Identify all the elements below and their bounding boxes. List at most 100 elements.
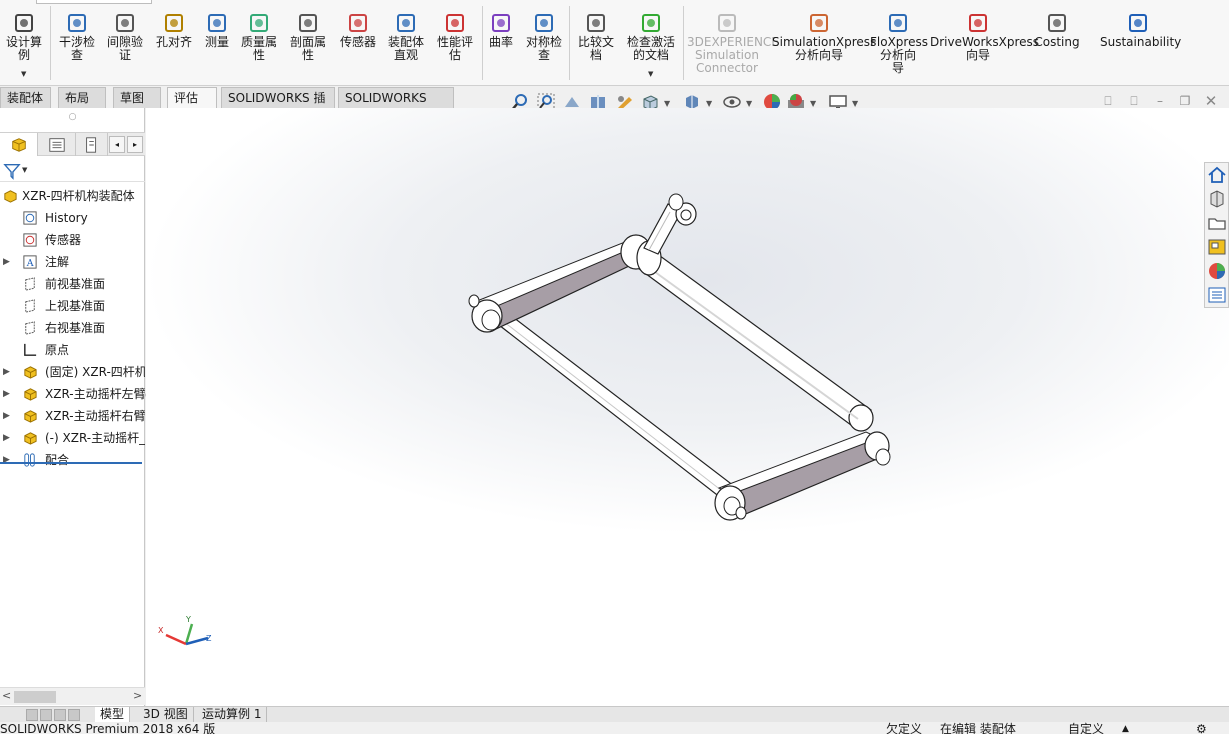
chevron-down-icon[interactable]: ▼ <box>852 99 858 108</box>
ribbon-button-3[interactable]: 孔对齐 <box>153 12 195 49</box>
tree-item[interactable]: 上视基准面 <box>0 295 145 317</box>
chevron-down-icon[interactable]: ▼ <box>706 99 712 108</box>
nav-prev-icon[interactable] <box>40 709 52 721</box>
tree-item[interactable]: ▶ 配合 <box>0 449 145 471</box>
tree-item[interactable]: ▶ (固定) XZR-四杆机 <box>0 361 145 383</box>
tree-item[interactable]: 传感器 <box>0 229 145 251</box>
tab-property-manager[interactable] <box>38 133 76 156</box>
tab-2[interactable]: 草图 <box>113 87 161 108</box>
tree-item[interactable]: ▶ XZR-主动摇杆左臂 <box>0 383 145 405</box>
custom-properties-icon[interactable] <box>1207 285 1227 305</box>
tree-item[interactable]: History <box>0 207 145 229</box>
scroll-thumb[interactable] <box>14 691 56 703</box>
tab-4[interactable]: SOLIDWORKS 插件 <box>221 87 335 125</box>
expand-arrow-icon[interactable]: ▶ <box>3 427 10 449</box>
tree-item[interactable]: ▶ XZR-主动摇杆右臂 <box>0 405 145 427</box>
performance-icon <box>446 14 464 32</box>
ribbon-button-0[interactable]: 设计算 例 <box>3 12 45 62</box>
four-bar-linkage-model[interactable]: Y X Z <box>146 108 1229 706</box>
expand-arrow-icon[interactable]: ▶ <box>3 449 10 471</box>
ribbon-button-19[interactable]: Sustainability <box>1100 12 1181 49</box>
tree-root[interactable]: XZR-四杆机构装配体 <box>0 185 145 207</box>
status-help-icon[interactable]: ⚙ <box>1196 722 1207 734</box>
chevron-up-icon[interactable]: ▲ <box>1122 722 1129 734</box>
expand-arrow-icon[interactable]: ▶ <box>3 383 10 405</box>
rollback-bar[interactable] <box>0 462 142 464</box>
tab-3[interactable]: 评估 <box>167 87 217 108</box>
panel-grip[interactable]: ○ <box>0 112 145 126</box>
fixed-rod-left[interactable] <box>480 300 735 499</box>
ribbon-button-5[interactable]: 质量属 性 <box>237 12 281 62</box>
bottom-tab-1[interactable]: 3D 视图 <box>138 707 194 723</box>
ribbon-button-10[interactable]: 曲率 <box>486 12 516 49</box>
chevron-down-icon[interactable]: ▼ <box>746 99 752 108</box>
ribbon-button-4[interactable]: 测量 <box>202 12 232 49</box>
expand-arrow-icon[interactable]: ▶ <box>3 361 10 383</box>
tree-item-label: 传感器 <box>45 233 82 247</box>
nav-last-icon[interactable] <box>68 709 80 721</box>
chevron-left-icon[interactable]: ◂ <box>109 136 125 153</box>
chevron-down-icon[interactable]: ▼ <box>810 99 816 108</box>
status-units[interactable]: 自定义 <box>1068 722 1104 734</box>
crank-handle[interactable] <box>643 193 697 255</box>
tree-item[interactable]: ▶ A 注解 <box>0 251 145 273</box>
nav-first-icon[interactable] <box>26 709 38 721</box>
expand-arrow-icon[interactable]: ▶ <box>3 405 10 427</box>
scroll-left-icon[interactable]: < <box>2 689 11 702</box>
home-icon[interactable] <box>1207 165 1227 185</box>
ribbon-button-1[interactable]: 干涉检 查 <box>55 12 99 62</box>
tree-item-label: 配合 <box>45 453 70 467</box>
ribbon-button-12[interactable]: 比较文 档 <box>574 12 618 62</box>
chevron-down-icon[interactable]: ▼ <box>664 99 670 108</box>
ribbon-button-2[interactable]: 间隙验 证 <box>104 12 146 62</box>
nav-next-icon[interactable] <box>54 709 66 721</box>
ribbon-button-6[interactable]: 剖面属 性 <box>286 12 330 62</box>
tile-right-icon[interactable]: ⎕ <box>1127 94 1141 108</box>
tree-filter[interactable]: ▼ <box>0 160 145 182</box>
resources-icon[interactable] <box>1207 189 1227 209</box>
tab-0[interactable]: 装配体 <box>0 87 51 108</box>
bottom-tab-2[interactable]: 运动算例 1 <box>197 707 268 723</box>
tree-item[interactable]: 前视基准面 <box>0 273 145 295</box>
minimize-icon[interactable]: – <box>1153 94 1167 108</box>
ribbon-button-11[interactable]: 对称检 查 <box>522 12 566 62</box>
ribbon-button-7[interactable]: 传感器 <box>336 12 380 49</box>
tab-5[interactable]: SOLIDWORKS MBD <box>338 87 454 125</box>
bottom-tab-0[interactable]: 模型 <box>95 707 131 723</box>
horizontal-scrollbar[interactable]: < > <box>0 687 145 705</box>
assembly-visual-icon <box>397 14 415 32</box>
ribbon-button-8[interactable]: 装配体 直观 <box>384 12 428 62</box>
view-palette-icon[interactable] <box>1207 237 1227 257</box>
crank-tube-right[interactable] <box>637 252 874 432</box>
folder-icon[interactable] <box>1207 213 1227 233</box>
simxpress-icon <box>810 14 828 32</box>
ribbon-button-16[interactable]: FloXpress 分析向 导 <box>870 12 928 75</box>
tile-left-icon[interactable]: ⎕ <box>1101 94 1115 108</box>
link-arm-top[interactable] <box>468 234 662 333</box>
graphics-area[interactable]: Y X Z <box>146 108 1229 706</box>
ribbon-button-14[interactable]: 3DEXPERIENCE Simulation Connector <box>687 12 779 75</box>
link-arm-bottom[interactable] <box>714 431 891 521</box>
ribbon-button-15[interactable]: SimulationXpress 分析向导 <box>772 12 876 62</box>
close-icon[interactable]: ✕ <box>1204 94 1218 109</box>
tab-1[interactable]: 布局 <box>58 87 106 108</box>
chevron-down-icon[interactable]: ▼ <box>21 70 26 78</box>
ribbon-button-9[interactable]: 性能评 估 <box>432 12 478 62</box>
ribbon-button-label: 孔对齐 <box>155 35 192 49</box>
ribbon-button-17[interactable]: DriveWorksXpress 向导 <box>930 12 1039 62</box>
tree-item[interactable]: ▶ (-) XZR-主动摇杆_ <box>0 427 145 449</box>
restore-icon[interactable]: ❐ <box>1178 94 1192 108</box>
tab-configuration-manager[interactable] <box>76 133 108 156</box>
tree-item[interactable]: 右视基准面 <box>0 317 145 339</box>
tab-feature-tree[interactable] <box>0 133 38 156</box>
scroll-right-icon[interactable]: > <box>133 689 142 702</box>
chevron-right-icon[interactable]: ▸ <box>127 136 143 153</box>
ribbon-button-18[interactable]: Costing <box>1034 12 1080 49</box>
status-product: SOLIDWORKS Premium 2018 x64 版 <box>0 722 216 734</box>
ribbon-button-13[interactable]: 检查激活 的文档 <box>622 12 680 62</box>
task-pane-tabs <box>1204 162 1229 308</box>
appearances-icon[interactable] <box>1207 261 1227 281</box>
tree-item[interactable]: 原点 <box>0 339 145 361</box>
chevron-down-icon[interactable]: ▼ <box>648 70 653 78</box>
expand-arrow-icon[interactable]: ▶ <box>3 251 10 273</box>
